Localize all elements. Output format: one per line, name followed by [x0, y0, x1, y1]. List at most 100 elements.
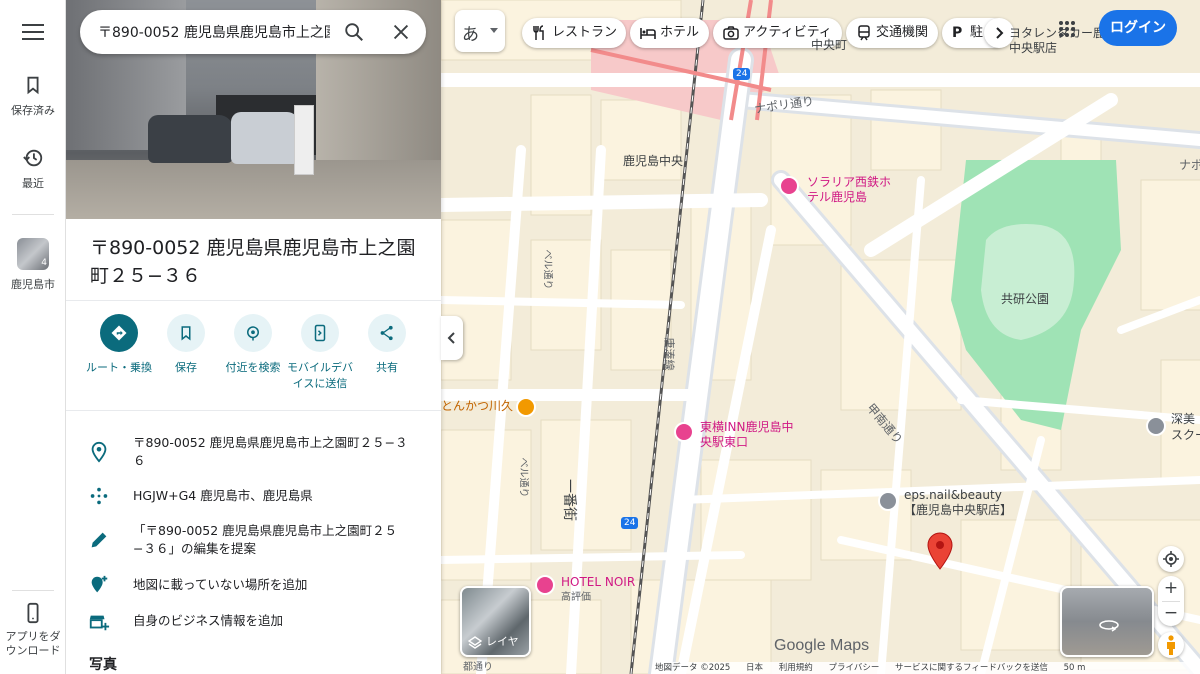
crosshair-icon	[1163, 551, 1179, 567]
location-marker-icon[interactable]	[927, 532, 953, 570]
route-shield: 24	[621, 517, 639, 529]
layers-button[interactable]: レイヤ	[460, 586, 531, 657]
poi-noir-sub: 高評価	[561, 592, 591, 603]
caret-down-icon	[490, 28, 498, 33]
place-title: 〒890-0052 鹿児島県鹿児島市上之園町２５−３６	[90, 237, 416, 287]
poi-solaria[interactable]: ソラリア西鉄ホテル鹿児島	[807, 175, 897, 205]
restaurant-icon	[533, 25, 544, 40]
chevron-left-icon	[447, 332, 455, 344]
rail-saved[interactable]: 保存済み	[0, 74, 66, 118]
location-pin-icon	[91, 441, 107, 463]
pegman-button[interactable]	[1158, 632, 1184, 658]
save-label: 保存	[175, 361, 197, 374]
camera-icon	[723, 26, 739, 40]
directions-button[interactable]: ルート・乗換	[84, 314, 154, 376]
nearby-label: 付近を検索	[225, 361, 281, 374]
chip-transit[interactable]: 交通機関	[846, 18, 938, 48]
plus-code-icon	[90, 487, 108, 505]
rail-city[interactable]: 4 鹿児島市	[0, 238, 66, 292]
layers-icon	[468, 636, 482, 649]
hotel-pin-icon[interactable]	[674, 422, 694, 442]
save-button[interactable]: 保存	[151, 314, 221, 376]
footer-privacy[interactable]: プライバシー	[828, 663, 879, 673]
map-footer: 地図データ ©2025 日本 利用規約 プライバシー サービスに関するフィードバ…	[655, 662, 1200, 674]
info-add-place-text: 地図に載っていない場所を追加	[133, 577, 308, 592]
directions-icon	[111, 325, 127, 341]
send-to-phone-button[interactable]: モバイルデバイスに送信	[285, 314, 355, 392]
hotel-pin-icon[interactable]	[535, 575, 555, 595]
info-address-text: 〒890-0052 鹿児島県鹿児島市上之園町２５−３６	[133, 435, 408, 468]
park-label[interactable]: 共研公園	[1001, 290, 1049, 307]
city-badge: 4	[41, 258, 47, 268]
search-box	[80, 10, 426, 54]
hotel-pin-icon[interactable]	[779, 176, 799, 196]
road-label-ichiban: 一番街	[561, 479, 577, 521]
rail-divider	[12, 214, 54, 215]
rail-app-download[interactable]: アプリをダウンロード	[0, 602, 66, 658]
road-label-bell: べル通り	[541, 249, 553, 290]
share-button[interactable]: 共有	[352, 314, 422, 376]
poi-sukul: スクー	[1171, 428, 1200, 442]
footer-terms[interactable]: 利用規約	[779, 663, 813, 673]
shop-pin-icon[interactable]	[1146, 416, 1166, 436]
road-label-bell: べル通り	[517, 457, 529, 498]
apps-grid-icon[interactable]	[1058, 20, 1076, 38]
restaurant-pin-icon[interactable]	[516, 397, 536, 417]
area-label-chuo: 中央町	[811, 38, 848, 52]
route-shield: 24	[733, 68, 751, 80]
info-plus-code-text: HGJW+G4 鹿児島市、鹿児島県	[133, 488, 313, 503]
rail-saved-label: 保存済み	[11, 104, 55, 117]
parking-icon: P	[952, 25, 963, 41]
road-label-miyako: 都通り	[463, 662, 493, 673]
share-label: 共有	[376, 361, 398, 374]
bookmark-icon	[181, 326, 191, 341]
chip-restaurant-label: レストラン	[552, 25, 618, 40]
rail-city-label: 鹿児島市	[11, 278, 55, 291]
chip-hotel[interactable]: ホテル	[630, 18, 709, 48]
divider	[66, 300, 441, 301]
station-label[interactable]: 鹿児島中央	[623, 152, 683, 169]
chip-transit-label: 交通機関	[876, 25, 929, 40]
phone-icon	[27, 602, 39, 624]
send-to-phone-icon	[314, 324, 326, 342]
chip-parking-label: 駐	[970, 25, 984, 40]
place-panel: 〒890-0052 鹿児島県鹿児島市上之園町２５−３６ ルート・乗換 保存 付近…	[66, 0, 441, 674]
chip-restaurant[interactable]: レストラン	[522, 18, 626, 48]
search-input[interactable]	[98, 21, 330, 43]
poi-tonkatsu[interactable]: とんかつ川久	[441, 399, 513, 414]
menu-icon[interactable]	[22, 24, 44, 40]
footer-scale[interactable]: 50 m	[1064, 663, 1086, 673]
language-glyph: あ	[462, 25, 479, 45]
rail-recent-label: 最近	[22, 177, 44, 190]
login-button[interactable]: ログイン	[1099, 10, 1177, 46]
hotel-icon	[640, 28, 656, 39]
map-base	[441, 0, 1200, 674]
nearby-search-icon	[247, 326, 259, 341]
language-button[interactable]: あ	[455, 10, 505, 52]
nearby-button[interactable]: 付近を検索	[218, 314, 288, 376]
poi-eps[interactable]: eps.nail&beauty【鹿児島中央駅店】	[904, 488, 1024, 518]
street-view-thumbnail[interactable]	[1060, 586, 1154, 657]
zoom-controls: + −	[1158, 576, 1184, 626]
photos-heading: 写真	[89, 657, 117, 673]
rotate-360-icon	[1099, 620, 1119, 632]
pencil-icon	[91, 532, 107, 548]
my-location-button[interactable]	[1158, 546, 1184, 572]
rail-recent[interactable]: 最近	[0, 147, 66, 191]
close-icon[interactable]	[390, 21, 412, 43]
footer-feedback[interactable]: サービスに関するフィードバックを送信	[895, 663, 1048, 673]
poi-toyoko[interactable]: 東横INN鹿児島中央駅東口	[700, 420, 796, 450]
map-canvas[interactable]: 24 24 鹿児島中央 ナポリ通り ナポリ 共研公園 甲南通り 一番街 べル通り…	[441, 0, 1200, 674]
add-place-icon	[91, 575, 108, 593]
road-label-napoli2: ナポリ	[1179, 158, 1200, 172]
zoom-out-button[interactable]: −	[1158, 601, 1184, 626]
shop-pin-icon[interactable]	[878, 491, 898, 511]
search-icon[interactable]	[343, 21, 365, 43]
zoom-in-button[interactable]: +	[1158, 576, 1184, 601]
poi-fukami[interactable]: 深美	[1171, 412, 1195, 427]
footer-country[interactable]: 日本	[746, 663, 763, 673]
bookmark-icon	[27, 76, 39, 95]
rail-app-label: アプリをダウンロード	[5, 630, 61, 657]
collapse-panel-button[interactable]	[441, 316, 463, 360]
poi-noir[interactable]: HOTEL NOIR	[561, 575, 635, 590]
